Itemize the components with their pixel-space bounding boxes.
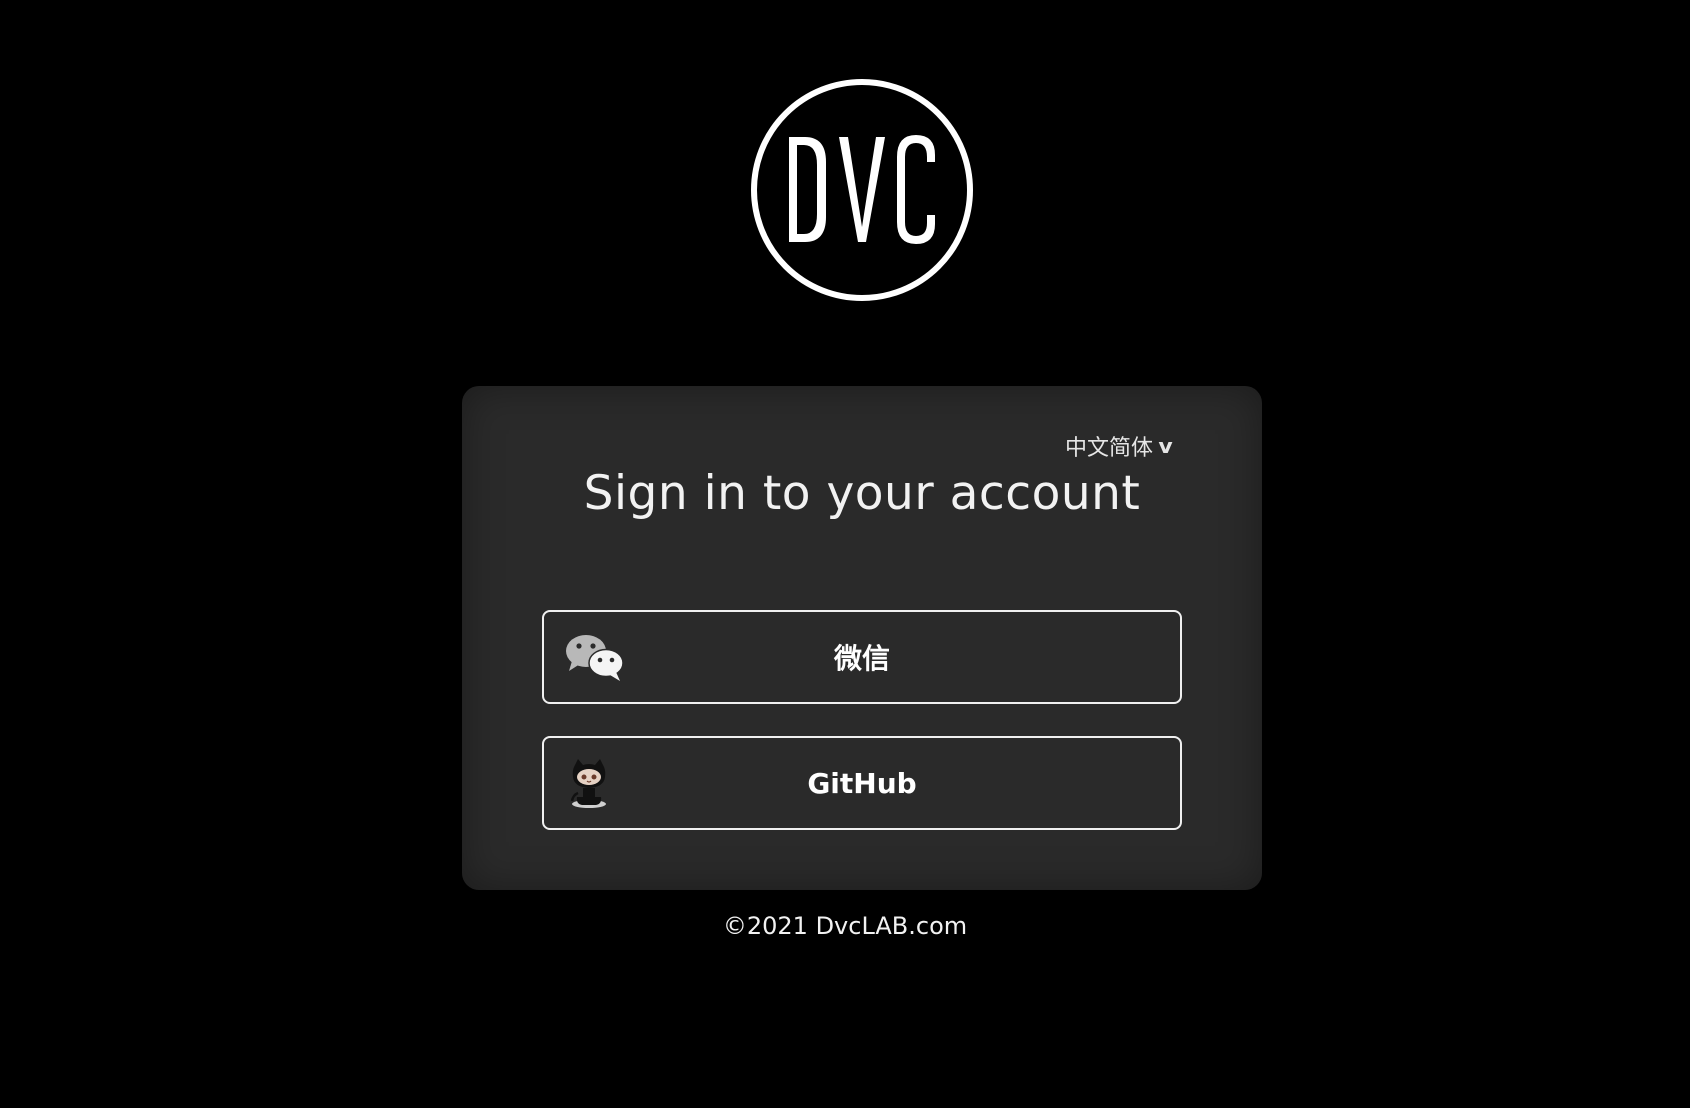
login-page: DVC 中文简体 v Sign in to your account 微信 xyxy=(0,0,1690,1108)
language-select[interactable]: 中文简体 v xyxy=(1064,430,1173,462)
logo-text: DVC xyxy=(749,303,750,304)
github-icon xyxy=(570,759,606,808)
copyright-footer: ©2021 DvcLAB.com xyxy=(722,912,968,940)
github-button-label: GitHub xyxy=(807,766,917,800)
language-selected-label: 中文简体 xyxy=(1064,436,1153,461)
dvc-logo-icon xyxy=(751,79,973,301)
github-login-button[interactable]: GitHub xyxy=(542,736,1182,830)
wechat-icon xyxy=(566,635,624,681)
dvc-logo: DVC xyxy=(749,77,975,303)
chevron-down-icon: v xyxy=(1158,434,1173,458)
wechat-button-label: 微信 xyxy=(833,642,890,675)
page-title: Sign in to your account xyxy=(583,466,1141,521)
login-card: 中文简体 v Sign in to your account 微信 GitHub xyxy=(462,386,1262,890)
wechat-login-button[interactable]: 微信 xyxy=(542,610,1182,704)
